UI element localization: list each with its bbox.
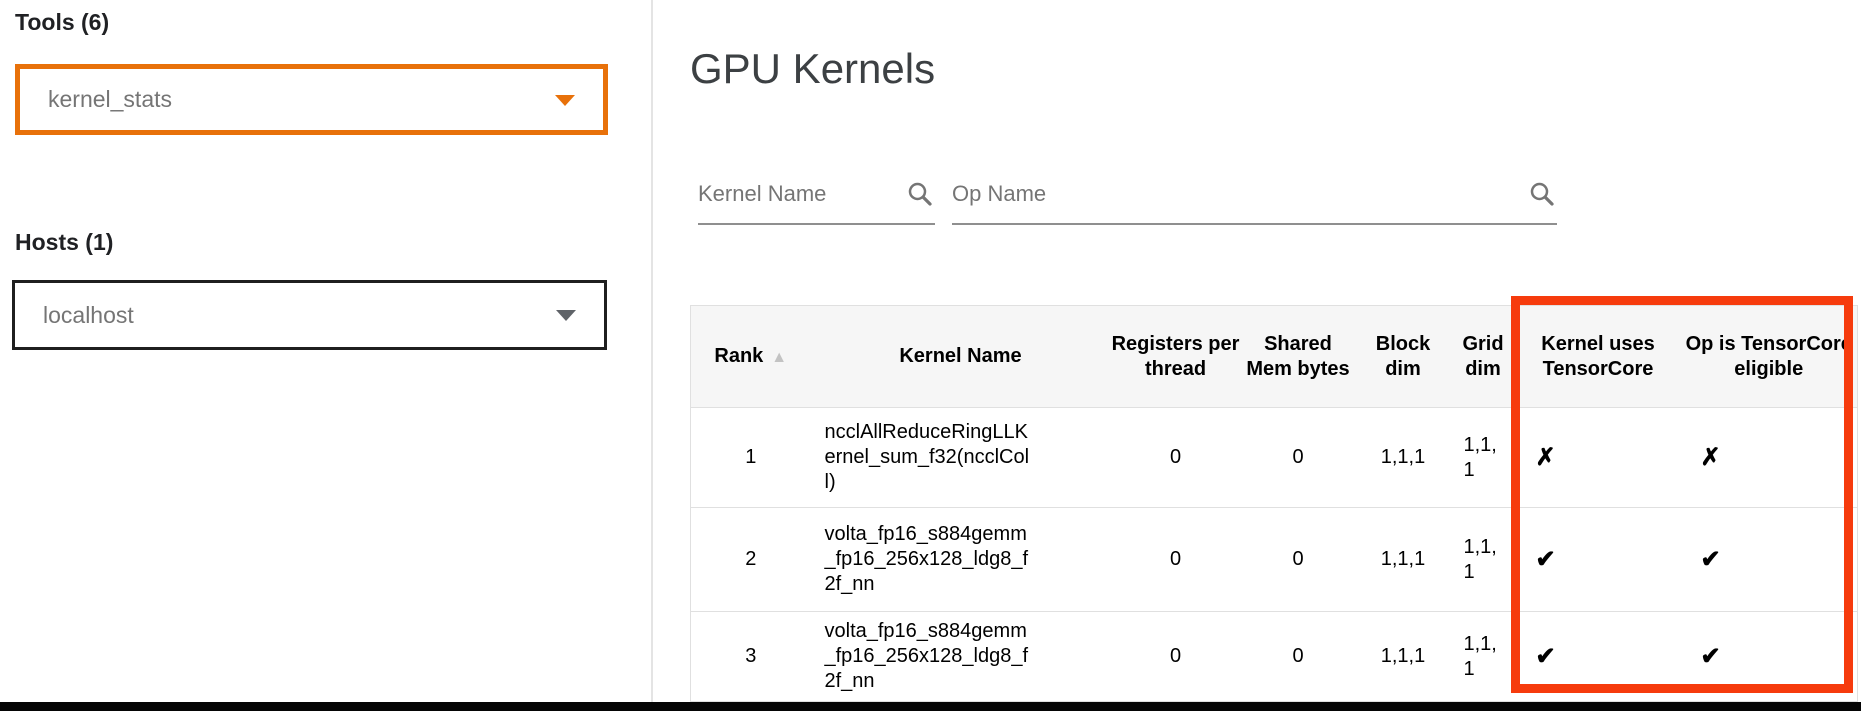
table-row[interactable]: 1 ncclAllReduceRingLLKernel_sum_f32(nccl… xyxy=(691,408,1858,508)
tools-select-value: kernel_stats xyxy=(48,86,172,113)
op-is-tensorcore-eligible-cell: ✔ xyxy=(1681,508,1858,612)
registers-per-thread-cell: 0 xyxy=(1111,612,1241,702)
kernel-uses-tensorcore-cell: ✔ xyxy=(1516,612,1681,702)
shared-mem-bytes-cell: 0 xyxy=(1241,508,1356,612)
op-is-tensorcore-eligible-cell: ✔ xyxy=(1681,612,1858,702)
column-header-block-dim[interactable]: Block dim xyxy=(1356,306,1451,408)
grid-dim-cell: 1,1,1 xyxy=(1451,508,1516,612)
column-header-op-is-tensorcore-eligible[interactable]: Op is TensorCore eligible xyxy=(1681,306,1858,408)
block-dim-cell: 1,1,1 xyxy=(1356,612,1451,702)
rank-cell: 2 xyxy=(691,508,811,612)
kernel-name-input[interactable] xyxy=(698,181,899,207)
grid-dim-cell: 1,1,1 xyxy=(1451,408,1516,508)
kernel-uses-tensorcore-cell: ✗ xyxy=(1516,408,1681,508)
tools-section-label: Tools (6) xyxy=(15,9,109,36)
shared-mem-bytes-cell: 0 xyxy=(1241,612,1356,702)
sidebar-divider xyxy=(651,0,653,702)
sort-ascending-icon: ▲ xyxy=(771,349,787,366)
column-header-registers-per-thread[interactable]: Registers per thread xyxy=(1111,306,1241,408)
kernel-name-cell: volta_fp16_s884gemm_fp16_256x128_ldg8_f2… xyxy=(811,612,1111,702)
kernel-uses-tensorcore-cell: ✔ xyxy=(1516,508,1681,612)
search-icon xyxy=(1527,179,1557,209)
block-dim-cell: 1,1,1 xyxy=(1356,508,1451,612)
kernel-name-cell: ncclAllReduceRingLLKernel_sum_f32(ncclCo… xyxy=(811,408,1111,508)
registers-per-thread-cell: 0 xyxy=(1111,408,1241,508)
kernel-name-cell: volta_fp16_s884gemm_fp16_256x128_ldg8_f2… xyxy=(811,508,1111,612)
column-header-shared-mem-bytes[interactable]: Shared Mem bytes xyxy=(1241,306,1356,408)
column-header-grid-dim[interactable]: Grid dim xyxy=(1451,306,1516,408)
table-body: 1 ncclAllReduceRingLLKernel_sum_f32(nccl… xyxy=(691,408,1858,702)
block-dim-cell: 1,1,1 xyxy=(1356,408,1451,508)
chevron-down-icon xyxy=(555,95,575,106)
registers-per-thread-cell: 0 xyxy=(1111,508,1241,612)
search-icon xyxy=(905,179,935,209)
shared-mem-bytes-cell: 0 xyxy=(1241,408,1356,508)
sidebar: Tools (6) kernel_stats Hosts (1) localho… xyxy=(0,0,651,702)
table-header-row: Rank▲ Kernel Name Registers per thread S… xyxy=(691,306,1858,408)
window-bottom-border xyxy=(0,702,1861,711)
grid-dim-cell: 1,1,1 xyxy=(1451,612,1516,702)
table-row[interactable]: 3 volta_fp16_s884gemm_fp16_256x128_ldg8_… xyxy=(691,612,1858,702)
page-title: GPU Kernels xyxy=(690,45,935,93)
rank-cell: 3 xyxy=(691,612,811,702)
op-name-filter xyxy=(952,165,1557,225)
op-is-tensorcore-eligible-cell: ✗ xyxy=(1681,408,1858,508)
table-row[interactable]: 2 volta_fp16_s884gemm_fp16_256x128_ldg8_… xyxy=(691,508,1858,612)
column-header-kernel-name[interactable]: Kernel Name xyxy=(811,306,1111,408)
column-header-kernel-uses-tensorcore[interactable]: Kernel uses TensorCore xyxy=(1516,306,1681,408)
gpu-kernels-table: Rank▲ Kernel Name Registers per thread S… xyxy=(690,305,1858,702)
hosts-select[interactable]: localhost xyxy=(12,280,607,350)
column-header-rank[interactable]: Rank▲ xyxy=(691,306,811,408)
chevron-down-icon xyxy=(556,310,576,321)
op-name-input[interactable] xyxy=(952,181,1521,207)
hosts-section-label: Hosts (1) xyxy=(15,229,113,256)
rank-cell: 1 xyxy=(691,408,811,508)
kernel-name-filter xyxy=(698,165,935,225)
hosts-select-value: localhost xyxy=(43,302,134,329)
tools-select[interactable]: kernel_stats xyxy=(15,64,608,135)
